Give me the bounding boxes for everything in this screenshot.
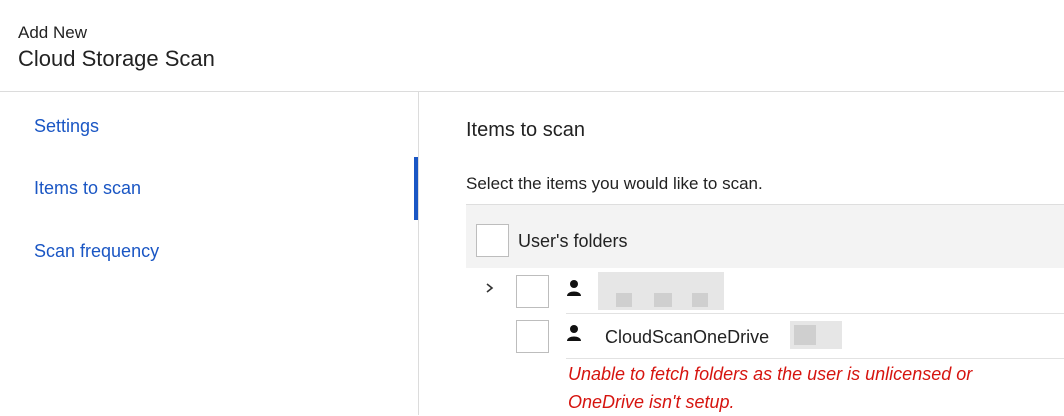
user-icon — [566, 324, 582, 342]
sidebar-item-scan-frequency[interactable]: Scan frequency — [34, 241, 159, 262]
error-message: Unable to fetch folders as the user is u… — [568, 364, 973, 412]
page-title: Cloud Storage Scan — [18, 46, 215, 71]
user-icon — [566, 279, 582, 297]
select-all-checkbox[interactable] — [476, 224, 509, 257]
redacted-suffix — [790, 321, 842, 349]
row-label: CloudScanOneDrive — [605, 327, 770, 347]
table-header-label: User's folders — [518, 231, 628, 251]
sidebar-item-settings[interactable]: Settings — [34, 116, 99, 137]
row-checkbox[interactable] — [516, 320, 549, 353]
table-row: CloudScanOneDrive — [466, 314, 1064, 359]
table-row — [466, 269, 1064, 314]
sidebar: Settings Items to scan Scan frequency — [0, 92, 419, 415]
sidebar-item-items-to-scan[interactable]: Items to scan — [34, 178, 141, 199]
row-divider — [566, 358, 1064, 359]
page-header: Add New Cloud Storage Scan — [0, 0, 1064, 92]
section-description: Select the items you would like to scan. — [466, 174, 763, 193]
section-heading: Items to scan — [466, 119, 585, 141]
main-panel: Items to scan Select the items you would… — [420, 92, 1064, 415]
redacted-username — [598, 272, 724, 310]
row-checkbox[interactable] — [516, 275, 549, 308]
table-header: User's folders — [466, 204, 1064, 268]
active-nav-indicator — [414, 157, 418, 220]
page-subtitle: Add New — [18, 23, 87, 42]
chevron-right-icon[interactable] — [482, 278, 498, 298]
